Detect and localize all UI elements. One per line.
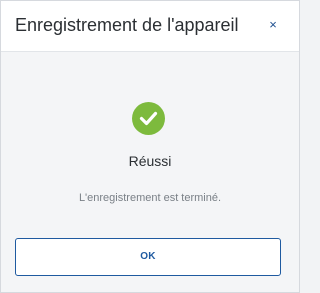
dialog-header: Enregistrement de l'appareil × (1, 1, 299, 52)
checkmark-circle-icon (132, 102, 165, 135)
dialog-title: Enregistrement de l'appareil (15, 15, 239, 35)
device-registration-dialog: Enregistrement de l'appareil × Réussi L'… (0, 0, 300, 293)
close-icon[interactable]: × (265, 15, 281, 35)
status-message: L'enregistrement est terminé. (78, 192, 222, 204)
status-title: Réussi (128, 153, 172, 169)
ok-button[interactable]: OK (15, 238, 281, 276)
